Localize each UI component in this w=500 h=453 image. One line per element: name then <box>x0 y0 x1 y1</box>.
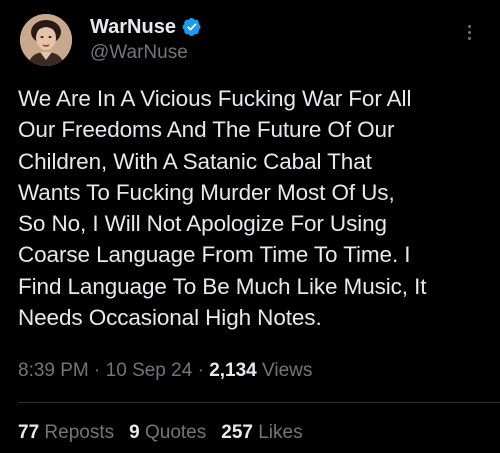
reposts-count: 77 <box>18 422 40 443</box>
tweet-card: WarNuse @WarNuse We Are In A Vicious Fuc… <box>0 0 500 453</box>
meta-separator: · <box>88 360 106 381</box>
avatar[interactable] <box>20 14 72 66</box>
reposts-stat[interactable]: 77 Reposts <box>18 422 114 444</box>
engagement-stats: 77 Reposts 9 Quotes 257 Likes <box>18 422 303 444</box>
likes-stat[interactable]: 257 Likes <box>221 422 302 444</box>
profile-photo-icon <box>20 14 72 66</box>
quotes-stat[interactable]: 9 Quotes <box>129 422 206 444</box>
author-name-row: WarNuse <box>90 16 202 38</box>
meta-separator: · <box>192 360 210 381</box>
tweet-time[interactable]: 8:39 PM <box>18 360 89 381</box>
author-display-name[interactable]: WarNuse <box>90 16 176 38</box>
quotes-count: 9 <box>129 422 140 443</box>
more-options-icon[interactable] <box>462 22 476 46</box>
tweet-date[interactable]: 10 Sep 24 <box>106 360 193 381</box>
verified-badge-icon <box>182 17 202 37</box>
author-handle[interactable]: @WarNuse <box>90 42 188 64</box>
likes-count: 257 <box>221 422 253 443</box>
views-count: 2,134 <box>209 360 257 381</box>
reposts-label: Reposts <box>44 422 115 443</box>
views-label: Views <box>256 360 313 381</box>
tweet-text: We Are In A Vicious Fucking War For All … <box>18 86 427 331</box>
divider <box>18 402 500 403</box>
tweet-meta: 8:39 PM · 10 Sep 24 · 2,134 Views <box>18 360 312 382</box>
likes-label: Likes <box>258 422 303 443</box>
quotes-label: Quotes <box>144 422 207 443</box>
